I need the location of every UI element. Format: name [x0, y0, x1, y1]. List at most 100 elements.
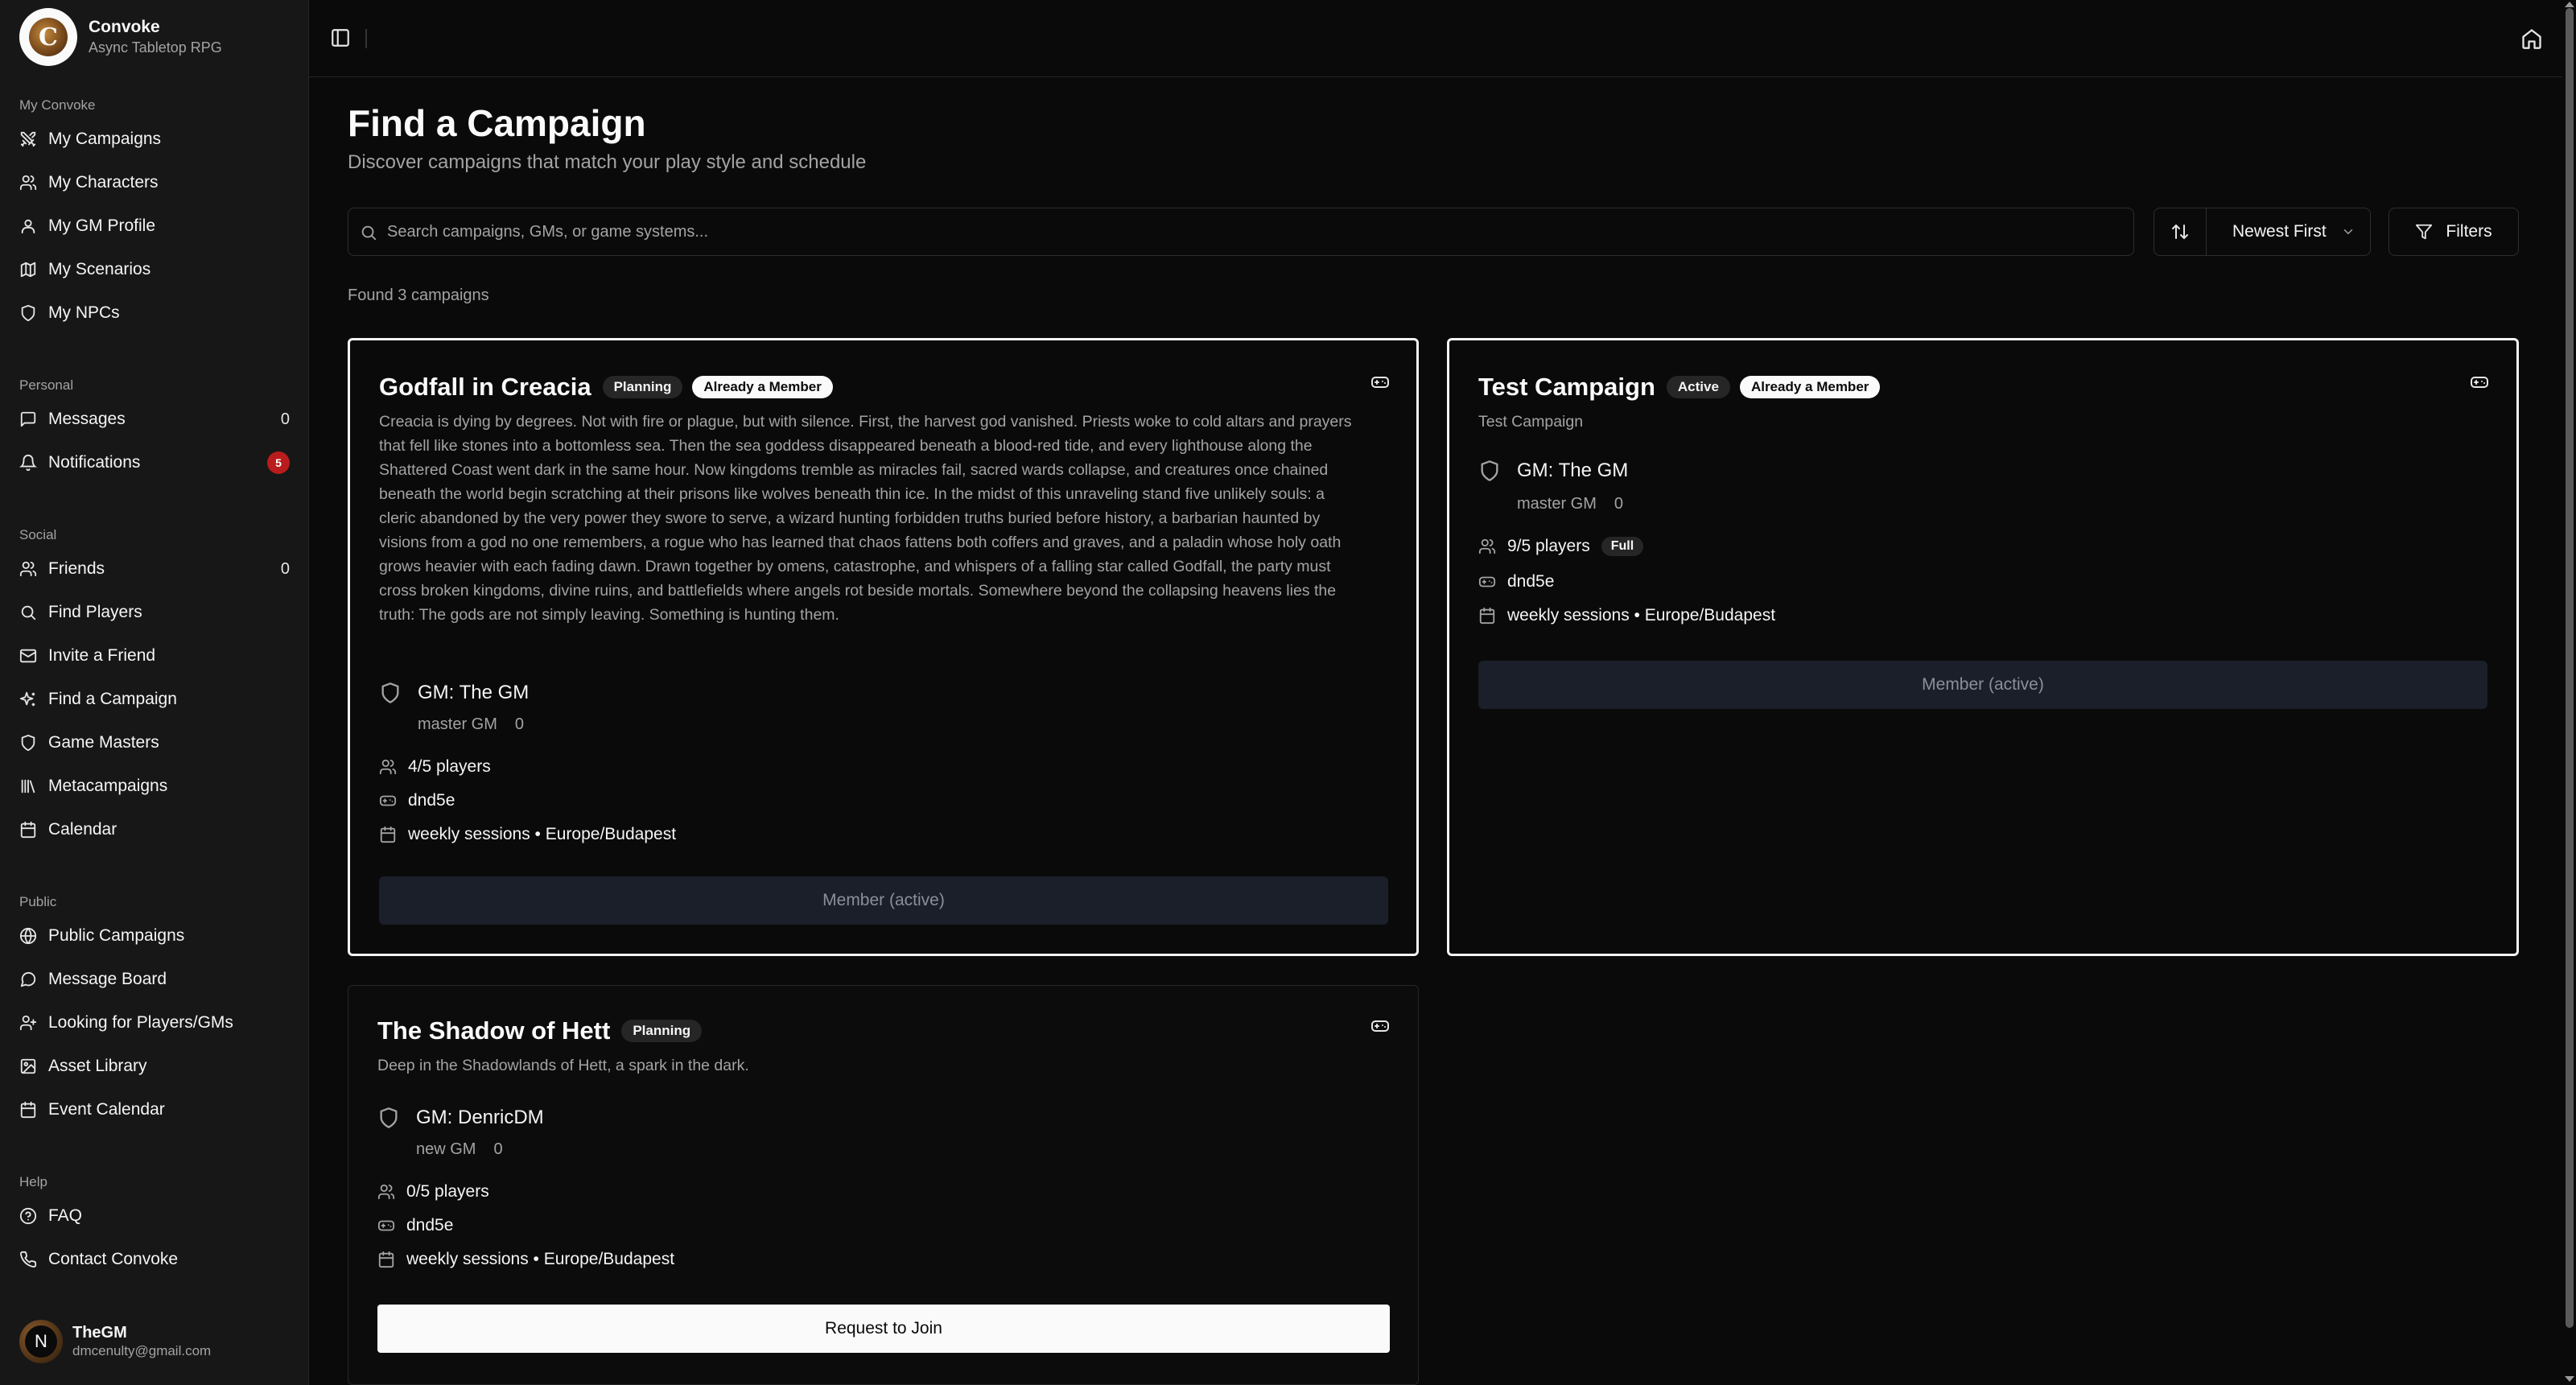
gm-title: new GM	[416, 1140, 476, 1158]
sidebar-item-looking-for-players[interactable]: Looking for Players/GMs	[0, 1001, 309, 1045]
home-icon[interactable]	[2520, 27, 2543, 50]
sidebar-item-faq[interactable]: FAQ	[0, 1194, 309, 1238]
sidebar-item-find-players[interactable]: Find Players	[0, 591, 309, 634]
campaign-card[interactable]: Godfall in Creacia Planning Already a Me…	[348, 338, 1419, 956]
brand-logo-letter: C	[29, 18, 68, 56]
sidebar: C Convoke Async Tabletop RPG My Convoke …	[0, 0, 309, 1385]
sidebar-item-label: Find a Campaign	[48, 690, 177, 708]
sidebar-item-label: My Scenarios	[48, 260, 151, 278]
nav-heading: Personal	[19, 377, 74, 393]
phone-icon	[20, 1251, 37, 1268]
sidebar-item-label: FAQ	[48, 1206, 83, 1225]
calendar-icon	[20, 1101, 36, 1119]
users-icon	[377, 1184, 395, 1200]
sidebar-toggle-icon[interactable]	[330, 27, 351, 48]
gm-name[interactable]: GM: DenricDM	[416, 1107, 544, 1129]
gm-title: master GM	[1517, 495, 1597, 513]
map-icon	[20, 262, 36, 278]
sidebar-item-find-a-campaign[interactable]: Find a Campaign	[0, 678, 309, 721]
gm-name[interactable]: GM: The GM	[418, 682, 529, 704]
sort-arrows-icon[interactable]	[2170, 222, 2190, 241]
nav-heading: My Convoke	[19, 97, 96, 113]
sidebar-item-label: Contact Convoke	[48, 1250, 179, 1268]
nav-section-help: Help FAQ Contact Convoke	[0, 1170, 309, 1281]
users-icon	[379, 759, 397, 775]
brand[interactable]: C Convoke Async Tabletop RPG	[19, 8, 222, 66]
sidebar-item-notifications[interactable]: Notifications 5	[0, 441, 309, 484]
nav-heading: Public	[19, 894, 57, 909]
campaign-title[interactable]: The Shadow of Hett	[377, 1016, 610, 1045]
campaign-title[interactable]: Godfall in Creacia	[379, 373, 591, 402]
sidebar-item-label: Metacampaigns	[48, 777, 168, 795]
schedule: weekly sessions • Europe/Budapest	[408, 825, 677, 843]
sidebar-item-label: Event Calendar	[48, 1100, 165, 1119]
sidebar-item-public-campaigns[interactable]: Public Campaigns	[0, 914, 309, 958]
brand-logo: C	[19, 8, 77, 66]
schedule: weekly sessions • Europe/Budapest	[1507, 606, 1776, 624]
brand-name: Convoke	[89, 18, 160, 36]
help-icon	[19, 1207, 37, 1225]
gm-count: 0	[493, 1140, 503, 1158]
campaign-card[interactable]: The Shadow of Hett Planning Deep in the …	[348, 985, 1419, 1385]
page-title: Find a Campaign	[348, 102, 646, 144]
filters-button[interactable]: Filters	[2388, 208, 2519, 256]
user-icon	[21, 219, 35, 234]
campaign-card[interactable]: Test Campaign Active Already a Member Te…	[1447, 338, 2519, 956]
sidebar-item-label: Asset Library	[48, 1057, 147, 1075]
sidebar-item-my-npcs[interactable]: My NPCs	[0, 291, 309, 335]
sidebar-item-message-board[interactable]: Message Board	[0, 958, 309, 1001]
member-status-button[interactable]: Member (active)	[379, 876, 1388, 925]
avatar: N	[19, 1320, 63, 1363]
sidebar-item-game-masters[interactable]: Game Masters	[0, 721, 309, 765]
results-count: Found 3 campaigns	[348, 286, 489, 304]
sidebar-item-my-campaigns[interactable]: My Campaigns	[0, 117, 309, 161]
gamepad-icon	[1478, 576, 1496, 587]
search-icon	[21, 605, 36, 620]
campaign-title[interactable]: Test Campaign	[1478, 373, 1655, 402]
status-badge: Active	[1666, 376, 1730, 398]
sparkles-icon	[19, 691, 35, 707]
game-system: dnd5e	[1507, 572, 1555, 591]
sidebar-item-event-calendar[interactable]: Event Calendar	[0, 1088, 309, 1131]
sidebar-item-invite-a-friend[interactable]: Invite a Friend	[0, 634, 309, 678]
filter-icon	[2416, 224, 2433, 240]
sidebar-item-label: My NPCs	[48, 303, 120, 322]
sidebar-item-asset-library[interactable]: Asset Library	[0, 1045, 309, 1088]
sidebar-item-my-scenarios[interactable]: My Scenarios	[0, 248, 309, 291]
sidebar-item-calendar[interactable]: Calendar	[0, 808, 309, 851]
schedule: weekly sessions • Europe/Budapest	[406, 1250, 675, 1268]
sidebar-item-messages[interactable]: Messages 0	[0, 398, 309, 441]
sidebar-item-my-characters[interactable]: My Characters	[0, 161, 309, 204]
campaign-description: Deep in the Shadowlands of Hett, a spark…	[377, 1057, 749, 1074]
sidebar-item-label: Message Board	[48, 970, 167, 988]
topbar-divider	[365, 29, 367, 48]
sort-select[interactable]: Newest First	[2154, 208, 2371, 256]
calendar-icon	[1479, 607, 1495, 624]
sidebar-item-my-gm-profile[interactable]: My GM Profile	[0, 204, 309, 248]
gm-name[interactable]: GM: The GM	[1517, 460, 1628, 482]
search-input[interactable]	[387, 208, 2117, 255]
nav-section-public: Public Public Campaigns Message Board Lo…	[0, 890, 309, 1131]
scroll-up-arrow[interactable]	[2565, 2, 2574, 7]
sidebar-item-label: Find Players	[48, 603, 142, 621]
scroll-thumb[interactable]	[2566, 8, 2574, 1328]
sidebar-item-label: Looking for Players/GMs	[48, 1013, 233, 1032]
messages-count: 0	[280, 410, 290, 428]
scrollbar[interactable]	[2562, 0, 2576, 1385]
sidebar-item-label: My GM Profile	[48, 216, 156, 235]
scroll-down-arrow[interactable]	[2565, 1376, 2574, 1382]
sidebar-item-contact[interactable]: Contact Convoke	[0, 1238, 309, 1281]
shield-icon	[21, 734, 35, 752]
request-to-join-button[interactable]: Request to Join	[377, 1305, 1390, 1353]
user-menu[interactable]: N TheGM dmcenulty@gmail.com	[19, 1320, 211, 1363]
gamepad-icon	[377, 1220, 395, 1231]
sidebar-item-metacampaigns[interactable]: Metacampaigns	[0, 765, 309, 808]
swords-icon	[20, 131, 36, 147]
message-icon	[20, 411, 36, 427]
member-status-button[interactable]: Member (active)	[1478, 661, 2487, 709]
nav-section-social: Social Friends 0 Find Players Invite a F…	[0, 523, 309, 851]
gm-count: 0	[514, 715, 525, 733]
shield-icon	[380, 1107, 398, 1128]
sidebar-item-friends[interactable]: Friends 0	[0, 547, 309, 591]
membership-badge: Already a Member	[692, 376, 833, 398]
